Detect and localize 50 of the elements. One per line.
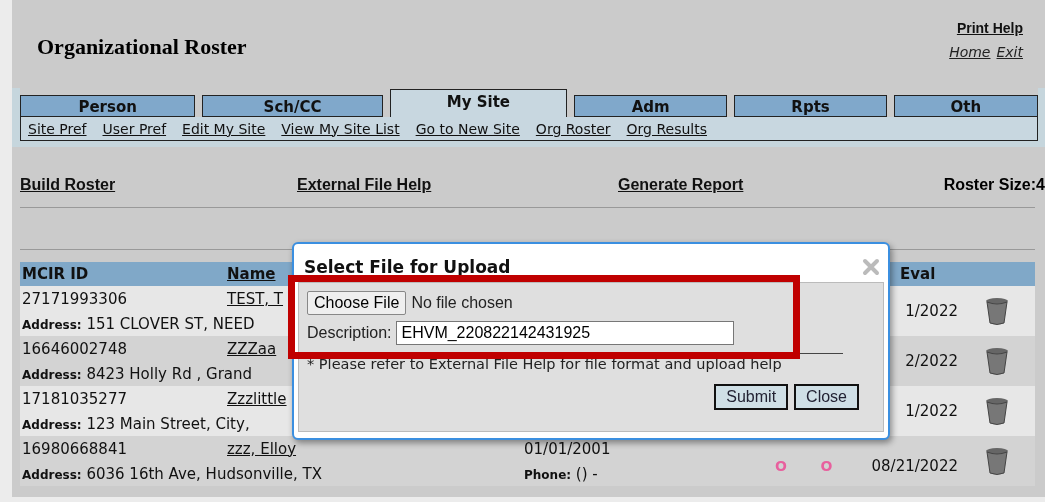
choose-file-button[interactable]: Choose File xyxy=(307,291,407,315)
subnav-link[interactable]: Go to New Site xyxy=(415,120,520,137)
table-cell-text: 08/21/2022 xyxy=(870,457,958,475)
action-link[interactable]: Generate Report xyxy=(618,176,930,194)
tab[interactable]: Adm xyxy=(574,95,728,117)
close-button[interactable]: Close xyxy=(794,384,859,410)
action-link[interactable]: External File Help xyxy=(297,176,618,194)
subnav-link[interactable]: Org Roster xyxy=(535,120,611,137)
table-cell-text: 16980668841 xyxy=(21,439,128,458)
subnav-link[interactable]: Site Pref xyxy=(28,120,87,137)
print-help-link[interactable]: Print Help xyxy=(956,20,1023,36)
subnav-link[interactable]: Org Results xyxy=(626,120,707,137)
nav-link[interactable]: Home xyxy=(949,44,991,60)
table-cell-text: 1/2022 xyxy=(904,302,958,320)
description-field[interactable]: EHVM_220822142431925 xyxy=(396,321,735,345)
trash-icon[interactable] xyxy=(984,447,1009,475)
tab[interactable]: Person xyxy=(20,95,196,117)
tab[interactable]: Rpts xyxy=(734,95,887,117)
nav-link[interactable]: Exit xyxy=(996,44,1023,60)
table-cell-text: 27171993306 xyxy=(21,289,128,308)
dialog-title: Select File for Upload xyxy=(304,257,511,277)
status-mark: O xyxy=(775,458,787,474)
tab[interactable]: Oth xyxy=(893,95,1038,117)
trash-icon[interactable] xyxy=(984,347,1009,375)
description-label: Description: xyxy=(307,324,392,342)
action-link[interactable]: Build Roster xyxy=(20,176,297,194)
address-text: Address: 123 Main Street, City, xyxy=(21,414,251,433)
address-text: Address: 151 CLOVER ST, NEED xyxy=(21,314,256,333)
subnav-link[interactable]: View My Site List xyxy=(281,120,400,137)
table-cell-text: 2/2022 xyxy=(904,352,958,370)
submit-button[interactable]: Submit xyxy=(714,384,789,410)
phone-text: Phone: () - xyxy=(523,464,599,483)
subnav-link[interactable]: Edit My Site xyxy=(182,120,266,137)
table-cell-text: 1/2022 xyxy=(904,402,958,420)
status-mark: O xyxy=(820,458,833,474)
trash-icon[interactable] xyxy=(984,397,1009,425)
tab[interactable]: My Site xyxy=(389,89,568,117)
name-link[interactable]: zzz, Elloy xyxy=(225,439,522,458)
table-cell-text: 16646002748 xyxy=(21,339,128,358)
file-status: No file chosen xyxy=(411,294,513,312)
address-text: Address: 6036 16th Ave, Hudsonville, TX xyxy=(21,464,323,483)
tab[interactable]: Sch/CC xyxy=(202,95,383,117)
column-header: Eval xyxy=(899,265,937,283)
column-header: MCIR ID xyxy=(21,265,90,283)
roster-size: Roster Size:4 xyxy=(943,176,1045,194)
table-cell-text: 17181035277 xyxy=(21,389,128,408)
page-title: Organizational Roster xyxy=(37,34,247,61)
trash-icon[interactable] xyxy=(984,297,1009,325)
table-cell-text: 01/01/2001 xyxy=(523,439,612,458)
subnav-link[interactable]: User Pref xyxy=(102,120,167,137)
